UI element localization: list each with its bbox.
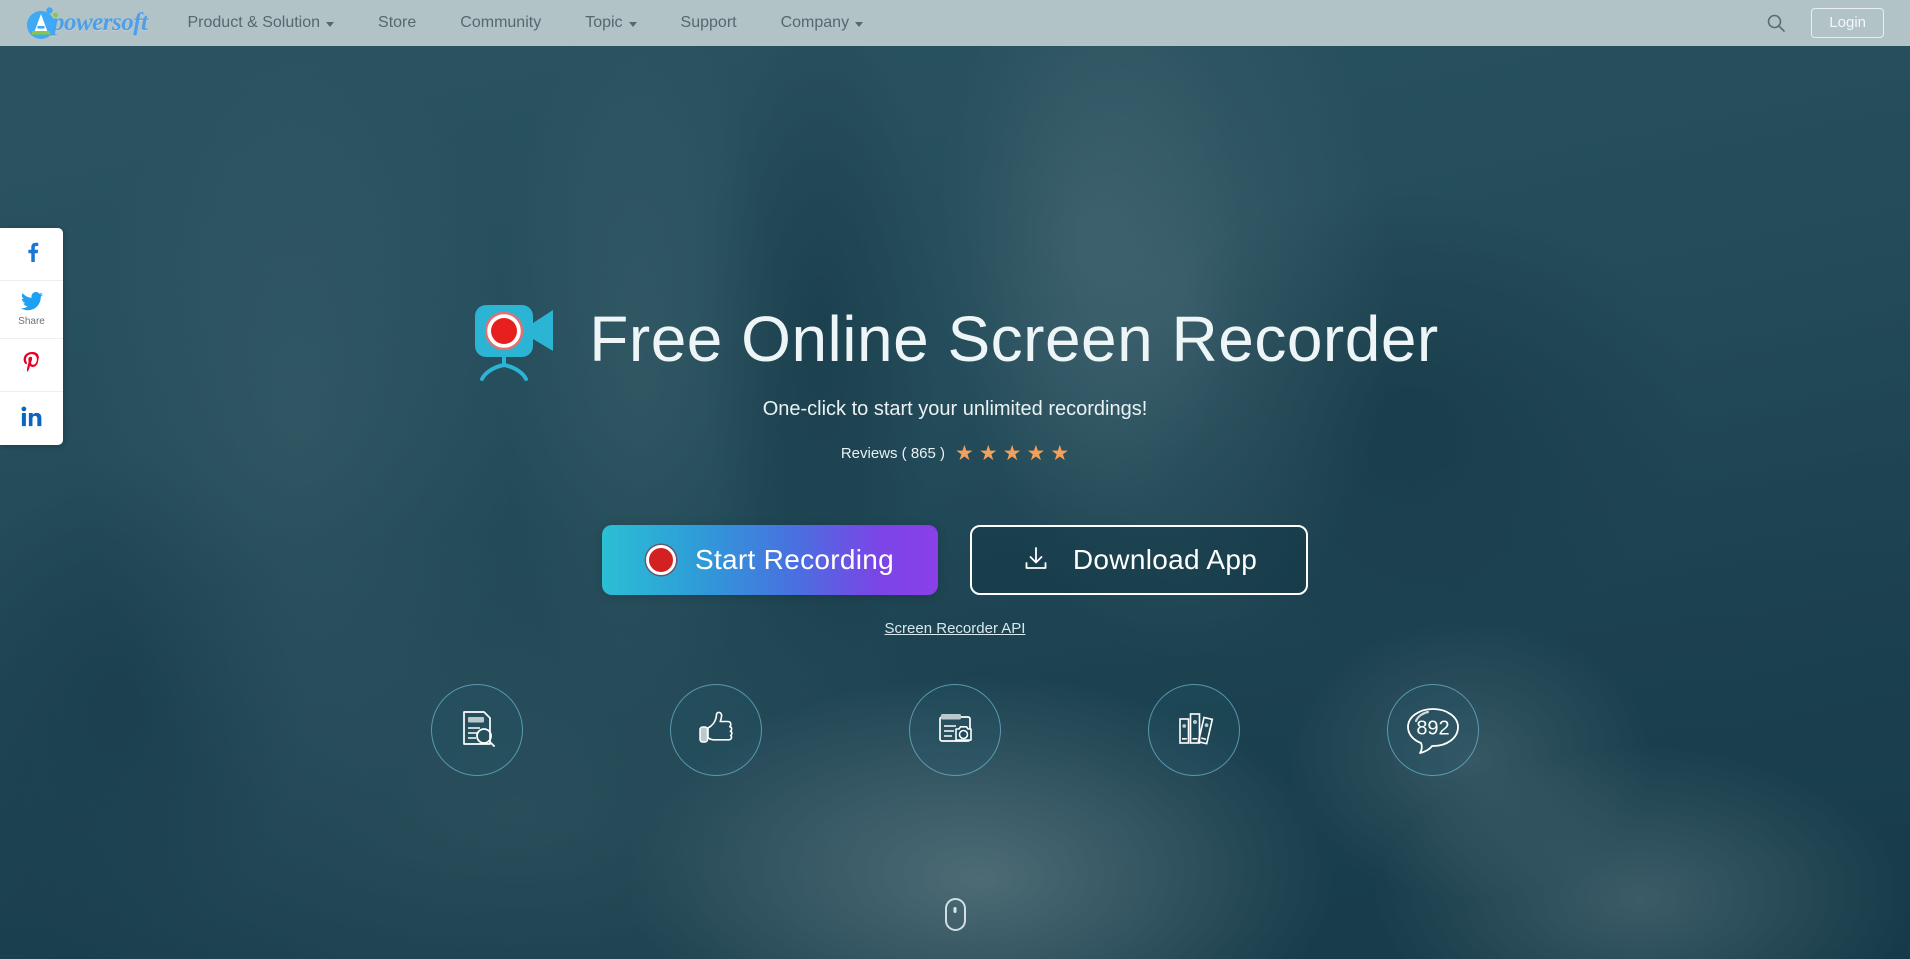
feature-comments[interactable]: 892	[1387, 684, 1479, 776]
logo-wordmark: powersoft	[52, 9, 148, 36]
nav-label: Company	[780, 14, 850, 31]
nav-item-topic[interactable]: Topic	[563, 0, 658, 46]
hero-subtitle: One-click to start your unlimited record…	[762, 398, 1148, 420]
star-icon: ★	[978, 442, 998, 465]
nav-item-company[interactable]: Company	[759, 0, 885, 46]
hero-section: Free Online Screen Recorder One-click to…	[0, 0, 1910, 959]
browser-screenshot-icon	[932, 705, 978, 756]
facebook-icon	[22, 241, 42, 268]
star-icon: ★	[1002, 442, 1022, 465]
download-app-label: Download App	[1072, 544, 1258, 575]
star-icon: ★	[955, 442, 974, 465]
share-pinterest-button[interactable]	[0, 339, 63, 392]
hero-title-row: Free Online Screen Recorder	[0, 295, 1910, 383]
books-icon	[1171, 705, 1217, 756]
start-recording-button[interactable]: Start Recording	[602, 525, 938, 595]
page-root: powersoft Product & Solution Store Commu…	[0, 0, 1910, 959]
nav-label: Community	[460, 14, 542, 31]
record-dot-icon	[645, 545, 676, 575]
chevron-down-icon	[326, 21, 335, 27]
twitter-icon	[20, 291, 43, 316]
feature-books[interactable]	[1148, 684, 1240, 776]
feature-icon-row: 892	[0, 684, 1910, 776]
feature-thumbs-up[interactable]	[670, 684, 762, 776]
feature-document-search[interactable]	[431, 684, 523, 776]
download-app-button[interactable]: Download App	[970, 525, 1308, 595]
search-icon[interactable]	[1763, 10, 1789, 36]
main-navigation: Product & Solution Store Community Topic…	[166, 0, 886, 46]
star-icon: ★	[1026, 442, 1046, 465]
document-search-icon	[454, 705, 500, 756]
share-twitter-button[interactable]: Share	[0, 281, 63, 339]
nav-item-support[interactable]: Support	[659, 0, 759, 46]
logo[interactable]: powersoft	[24, 0, 148, 46]
nav-item-product-solution[interactable]: Product & Solution	[166, 0, 357, 46]
chevron-down-icon	[628, 21, 637, 27]
share-twitter-label: Share	[18, 316, 45, 327]
download-icon	[1021, 543, 1051, 578]
comments-count: 892	[1416, 717, 1450, 740]
chevron-down-icon	[855, 21, 864, 27]
nav-item-community[interactable]: Community	[438, 0, 563, 46]
feature-browser-screenshot[interactable]	[909, 684, 1001, 776]
thumbs-up-icon	[693, 705, 739, 756]
social-share-sidebar: Share	[0, 228, 63, 445]
apowersoft-logo-icon	[24, 6, 62, 40]
api-link-label: Screen Recorder API	[884, 620, 1026, 637]
login-button[interactable]: Login	[1811, 7, 1884, 39]
nav-label: Product & Solution	[187, 14, 321, 31]
scroll-down-indicator[interactable]	[0, 898, 1910, 931]
speech-bubble-icon: 892	[1404, 704, 1462, 756]
share-facebook-button[interactable]	[0, 228, 63, 281]
nav-label: Support	[680, 14, 737, 31]
reviews-label: Reviews ( 865 )	[840, 445, 946, 462]
start-recording-label: Start Recording	[694, 544, 895, 575]
linkedin-icon	[21, 406, 42, 432]
pinterest-icon	[22, 351, 42, 379]
nav-item-store[interactable]: Store	[356, 0, 438, 46]
star-icon: ★	[1050, 442, 1070, 465]
header-actions: Login	[1763, 7, 1884, 39]
nav-label: Topic	[585, 14, 623, 31]
reviews-block: Reviews ( 865 ) ★ ★ ★ ★ ★	[0, 443, 1910, 464]
rating-stars: ★ ★ ★ ★ ★	[955, 443, 1069, 464]
site-header: powersoft Product & Solution Store Commu…	[0, 0, 1910, 46]
scroll-down-mouse-icon	[944, 898, 966, 931]
nav-label: Store	[378, 14, 417, 31]
hero-cta-row: Start Recording Download App	[0, 525, 1910, 595]
page-title: Free Online Screen Recorder	[589, 303, 1439, 375]
screen-recorder-api-link[interactable]: Screen Recorder API	[0, 620, 1910, 637]
video-camera-record-icon	[471, 299, 557, 383]
share-linkedin-button[interactable]	[0, 392, 63, 445]
